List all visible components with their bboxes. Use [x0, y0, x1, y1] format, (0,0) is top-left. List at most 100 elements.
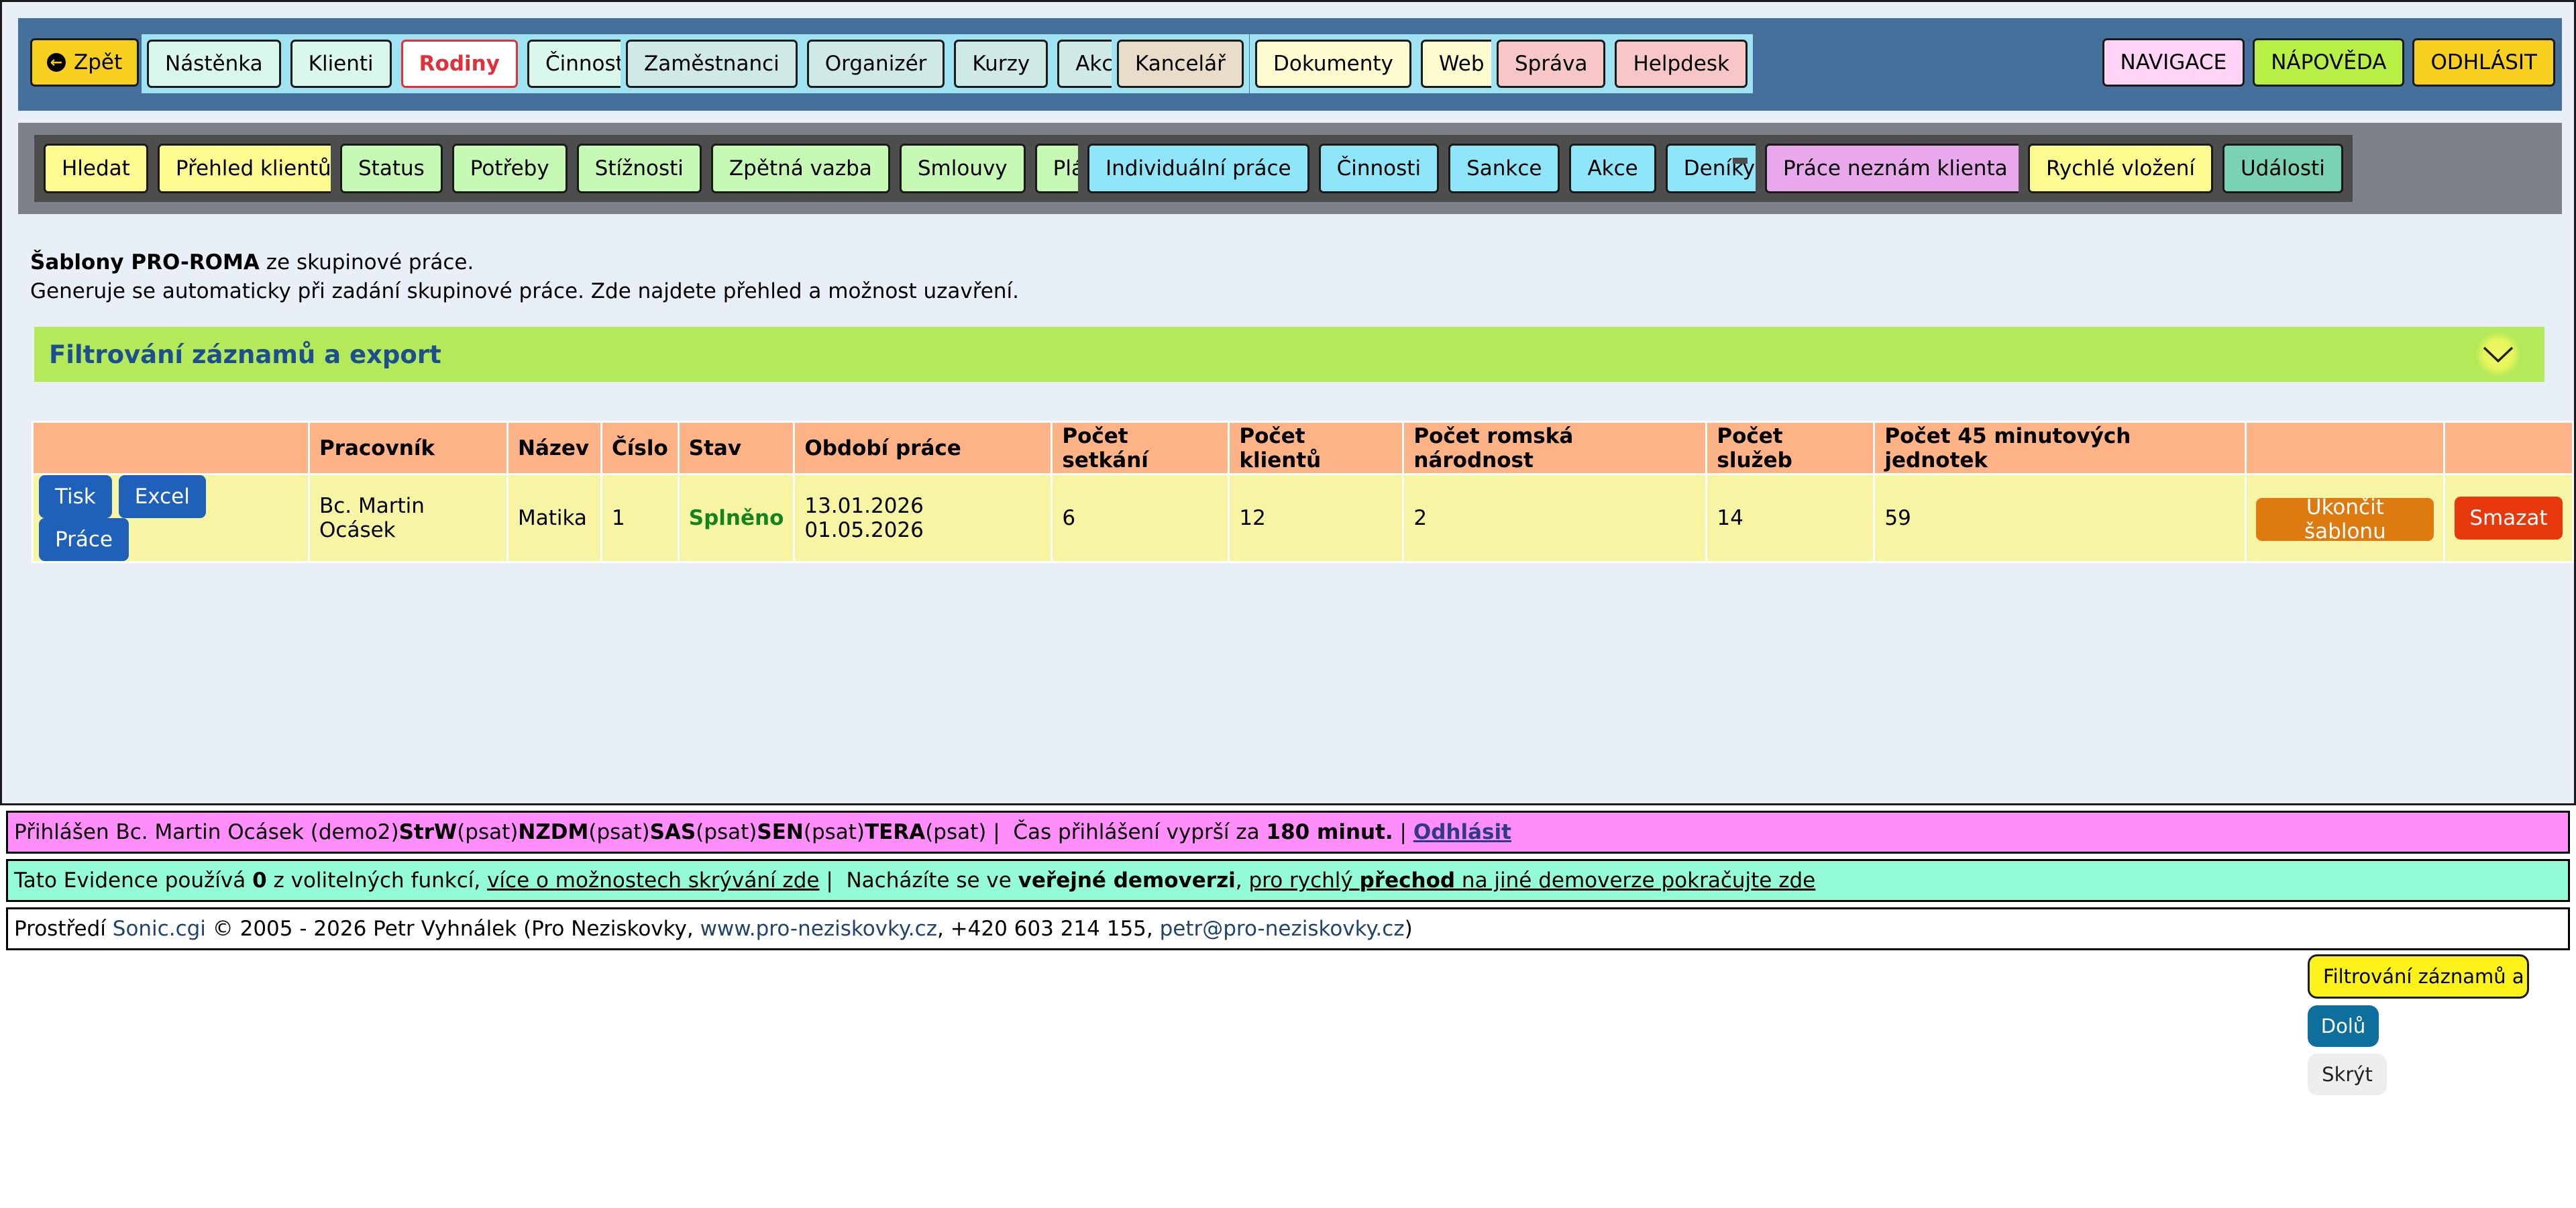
role-code: NZDM: [518, 820, 589, 844]
table-header-row: Pracovník Název Číslo Stav Období práce …: [32, 421, 2574, 475]
chevron-down-icon[interactable]: [2476, 332, 2520, 376]
toolbar-separator: [1733, 158, 1748, 164]
back-button[interactable]: ← Zpět: [30, 38, 140, 87]
tb-potreby[interactable]: Potřeby: [451, 144, 568, 193]
col-units45: Počet 45 minutových jednotek: [1873, 421, 2247, 475]
tb-prehled-klientu[interactable]: Přehled klientů: [157, 144, 350, 193]
tb-individualni-prace[interactable]: Individuální práce: [1087, 144, 1309, 193]
section-toolbar: Hledat Přehled klientů Status Potřeby St…: [18, 123, 2562, 214]
delete-button[interactable]: Smazat: [2455, 497, 2563, 540]
login-user: Přihlášen Bc. Martin Ocásek (demo2): [14, 820, 399, 844]
cell-units45: 59: [1873, 473, 2247, 563]
website-link[interactable]: www.pro-neziskovky.cz: [700, 917, 937, 941]
toolbar-group-client: Status Potřeby Stížnosti Zpětná vazba Sm…: [331, 135, 1137, 202]
nav-kurzy[interactable]: Kurzy: [954, 40, 1049, 88]
nav-group-docs: Dokumenty Web: [1250, 34, 1508, 93]
filter-export-panel[interactable]: Filtrování záznamů a export: [34, 327, 2544, 382]
tb-akce[interactable]: Akce: [1569, 144, 1656, 193]
email-link[interactable]: petr@pro-neziskovky.cz: [1160, 917, 1405, 941]
col-worker: Pracovník: [308, 421, 508, 475]
help-button[interactable]: NÁPOVĚDA: [2253, 38, 2405, 87]
evidence-mid: z volitelných funkcí,: [266, 868, 488, 893]
demo-link-pre: pro rychlý: [1248, 868, 1360, 893]
col-status: Stav: [677, 421, 796, 475]
logout-link[interactable]: Odhlásit: [1413, 820, 1511, 844]
tb-rychle-vlozeni[interactable]: Rychlé vložení: [2028, 144, 2213, 193]
nav-nastenka[interactable]: Nástěnka: [147, 40, 281, 88]
role-code: StrW: [398, 820, 458, 844]
tb-prace-neznam-klienta[interactable]: Práce neznám klienta: [1765, 144, 2026, 193]
templates-table: Pracovník Název Číslo Stav Období práce …: [32, 421, 2574, 563]
col-roma: Počet romská národnost: [1402, 421, 1708, 475]
work-button[interactable]: Práce: [39, 518, 129, 561]
evidence-label: Tato Evidence používá: [14, 868, 253, 893]
nav-web[interactable]: Web: [1420, 40, 1503, 88]
toolbar-group-unknown: Práce neznám klienta: [1756, 135, 2035, 202]
col-end: [2245, 421, 2446, 475]
col-number: Číslo: [600, 421, 680, 475]
nav-kancelar[interactable]: Kancelář: [1117, 40, 1244, 88]
demo-link-post: na jiné demoverze pokračujte zde: [1455, 868, 1816, 893]
floating-filter-button[interactable]: Filtrování záznamů a export: [2308, 954, 2529, 999]
tb-sankce[interactable]: Sankce: [1448, 144, 1560, 193]
nav-zamestnanci[interactable]: Zaměstnanci: [626, 40, 798, 88]
logout-button[interactable]: ODHLÁSIT: [2412, 38, 2555, 87]
cell-roma: 2: [1402, 473, 1708, 563]
role-perm: (psat): [803, 820, 865, 844]
expiry-value: 180 minut.: [1266, 820, 1393, 844]
tb-zpetna-vazba[interactable]: Zpětná vazba: [710, 144, 890, 193]
tb-stiznosti[interactable]: Stížnosti: [576, 144, 702, 193]
nav-rodiny[interactable]: Rodiny: [400, 40, 518, 88]
login-info-bar: Přihlášen Bc. Martin Ocásek (demo2) StrW…: [6, 811, 2570, 854]
toolbar-group-quick: Rychlé vložení Události: [2019, 135, 2353, 202]
nav-organizer[interactable]: Organizér: [806, 40, 945, 88]
expiry-label: Čas přihlášení vyprší za: [1006, 820, 1267, 844]
status-badge: Splněno: [677, 473, 796, 563]
separator: |: [1393, 820, 1413, 844]
col-services: Počet služeb: [1705, 421, 1876, 475]
demo-link-bold: přechod: [1359, 868, 1456, 893]
tb-smlouvy[interactable]: Smlouvy: [899, 144, 1026, 193]
page-title: Šablony PRO-ROMA: [30, 250, 260, 274]
copyright-text: © 2005 - 2026 Petr Vyhnálek (Pro Nezisko…: [205, 917, 700, 941]
role-code: TERA: [865, 820, 926, 844]
tb-status[interactable]: Status: [340, 144, 443, 193]
cell-clients: 12: [1228, 473, 1405, 563]
demo-switch-link[interactable]: pro rychlý přechod na jiné demoverze pok…: [1248, 868, 1815, 893]
separator: |: [819, 868, 840, 893]
tb-udalosti[interactable]: Události: [2222, 144, 2343, 193]
arrow-left-icon: ←: [47, 53, 66, 72]
col-actions: [32, 421, 310, 475]
app-window: ← Zpět Nástěnka Klienti Rodiny Činnosti …: [0, 0, 2576, 805]
excel-button[interactable]: Excel: [118, 475, 206, 518]
role-perm: (psat): [588, 820, 650, 844]
cell-end: Ukončit šablonu: [2245, 473, 2446, 563]
evidence-count: 0: [252, 868, 267, 893]
nav-helpdesk[interactable]: Helpdesk: [1615, 40, 1748, 88]
end-template-button[interactable]: Ukončit šablonu: [2256, 495, 2434, 544]
col-name: Název: [506, 421, 602, 475]
tb-cinnosti[interactable]: Činnosti: [1318, 144, 1440, 193]
table-row: Tisk ExcelPráce Bc. Martin Ocásek Matika …: [32, 473, 2574, 563]
cell-meetings: 6: [1051, 473, 1230, 563]
role-code: SAS: [649, 820, 696, 844]
print-button[interactable]: Tisk: [39, 475, 112, 518]
tb-hledat[interactable]: Hledat: [44, 144, 148, 193]
nav-sprava[interactable]: Správa: [1497, 40, 1606, 88]
nav-group-main: Nástěnka Klienti Rodiny Činnosti: [142, 34, 653, 93]
nav-klienti[interactable]: Klienti: [290, 40, 392, 88]
toolbar-group-search: Hledat Přehled klientů: [34, 135, 359, 202]
demo-label: Nacházíte se ve: [839, 868, 1018, 893]
col-period: Období práce: [793, 421, 1053, 475]
nav-group-office: Kancelář: [1112, 34, 1249, 93]
toolbar-group-work: Individuální práce Činnosti Sankce Akce …: [1078, 135, 1783, 202]
hide-features-link[interactable]: více o možnostech skrývání zde: [487, 868, 819, 893]
navigation-button[interactable]: NAVIGACE: [2102, 38, 2245, 87]
nav-dokumenty[interactable]: Dokumenty: [1255, 40, 1411, 88]
cell-period: 13.01.2026 01.05.2026: [793, 473, 1053, 563]
hide-panel-button[interactable]: Skrýt: [2308, 1054, 2387, 1095]
page-intro: Šablony PRO-ROMA ze skupinové práce. Gen…: [30, 248, 1019, 306]
col-meetings: Počet setkání: [1051, 421, 1230, 475]
scroll-down-button[interactable]: Dolů: [2308, 1005, 2379, 1047]
sonic-link[interactable]: Sonic.cgi: [113, 917, 206, 941]
